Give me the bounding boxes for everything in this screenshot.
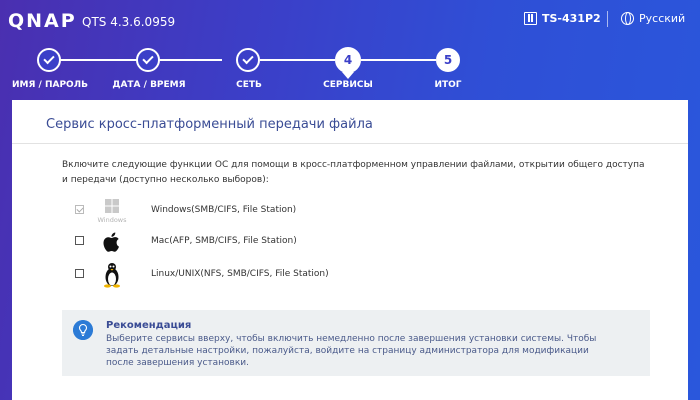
step-connector: [361, 59, 436, 61]
step-4-active: 4: [335, 47, 361, 73]
language-selector[interactable]: Русский: [621, 12, 685, 25]
device-name: TS-431P2: [524, 12, 601, 25]
step-5-label: ИТОГ: [434, 80, 462, 90]
nas-device-icon: [524, 12, 537, 25]
lightbulb-icon: [73, 320, 93, 340]
windows-option-label: Windows(SMB/CIFS, File Station): [151, 205, 297, 215]
option-windows: Windows Windows(SMB/CIFS, File Station): [75, 198, 475, 224]
step-1-done-icon: [37, 48, 61, 72]
option-linux: Linux/UNIX(NFS, SMB/CIFS, File Station): [75, 262, 475, 288]
windows-checkbox[interactable]: [75, 205, 84, 214]
language-label: Русский: [639, 12, 686, 25]
option-mac: Mac(AFP, SMB/CIFS, File Station): [75, 229, 475, 255]
step-3-label: СЕТЬ: [236, 80, 262, 90]
linux-checkbox[interactable]: [75, 269, 84, 278]
recommendation-title: Рекомендация: [106, 320, 192, 331]
step-connector: [260, 59, 335, 61]
mac-option-label: Mac(AFP, SMB/CIFS, File Station): [151, 236, 297, 246]
step-5-pending: 5: [436, 48, 460, 72]
wizard-steps: ИМЯ / ПАРОЛЬ ДАТА / ВРЕМЯ СЕТЬ 4 СЕРВИСЫ…: [0, 44, 700, 100]
windows-icon: Windows: [97, 199, 127, 224]
firmware-version: QTS 4.3.6.0959: [82, 15, 176, 29]
step-4-label: СЕРВИСЫ: [323, 80, 373, 90]
step-2-label: ДАТА / ВРЕМЯ: [112, 80, 186, 90]
active-step-pointer: [342, 72, 354, 79]
services-panel: Сервис кросс-платформенный передачи файл…: [12, 100, 688, 400]
windows-caption: Windows: [97, 216, 127, 224]
header-divider: [607, 11, 608, 27]
step-1-label: ИМЯ / ПАРОЛЬ: [11, 80, 89, 90]
recommendation-text: Выберите сервисы вверху, чтобы включить …: [106, 334, 597, 368]
device-label: TS-431P2: [542, 12, 601, 25]
page-title: Сервис кросс-платформенный передачи файл…: [46, 117, 373, 132]
apple-icon: [103, 232, 119, 252]
intro-text: Включите следующие функции ОС для помощи…: [62, 160, 645, 185]
linux-icon: [104, 263, 120, 288]
panel-header: Сервис кросс-платформенный передачи файл…: [12, 100, 688, 144]
globe-icon: [621, 12, 634, 25]
step-3-done-icon: [236, 48, 260, 72]
step-2-done-icon: [136, 48, 160, 72]
mac-checkbox[interactable]: [75, 236, 84, 245]
recommendation-box: Рекомендация Выберите сервисы вверху, чт…: [62, 310, 650, 376]
top-bar: QNAP QTS 4.3.6.0959 TS-431P2 Русский: [0, 0, 700, 46]
qnap-logo: QNAP: [8, 10, 77, 32]
linux-option-label: Linux/UNIX(NFS, SMB/CIFS, File Station): [151, 269, 329, 279]
